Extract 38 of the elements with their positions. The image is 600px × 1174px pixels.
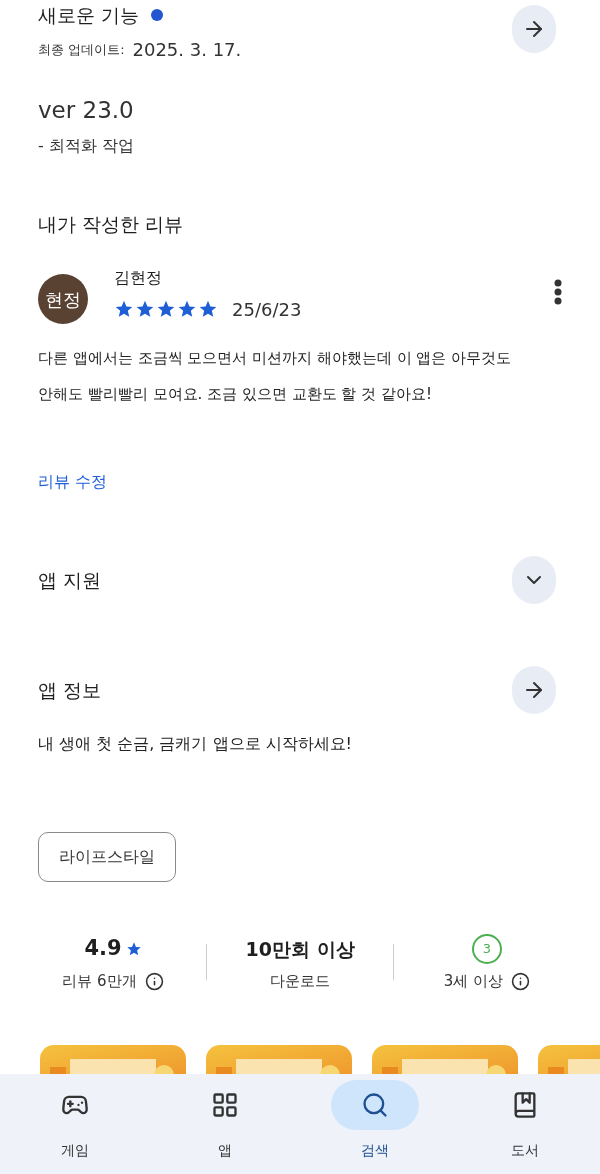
section-title: 앱 정보 [38,677,102,703]
info-icon[interactable] [511,971,531,991]
arrow-button[interactable] [512,5,556,53]
star-icon [125,941,142,957]
category-chip[interactable]: 라이프스타일 [38,832,176,882]
reviewer-name: 김현정 [114,266,163,289]
nav-tab[interactable]: 검색 [300,1074,450,1174]
arrow-button[interactable] [512,666,556,714]
update-date: 2025. 3. 17. [132,38,242,62]
download-count: 10만회 이상 [245,936,355,962]
rating-value: 4.9 [84,935,122,963]
review-date: 25/6/23 [232,297,302,322]
star-icon [177,299,197,319]
review-text: 다른 앱에서는 조금씩 모으면서 미션까지 해야했는데 이 앱은 아무것도 안해도 빨리빨리 모여요. 조금 있으면 교환도 할 것 같아요! [38,348,513,405]
nav-tab[interactable]: 도서 [450,1074,600,1174]
update-label: 최종 업데이트: [38,40,125,59]
app-description: 내 생애 첫 순금, 금캐기 앱으로 시작하세요! [38,733,353,755]
section-title: 앱 지원 [38,567,102,593]
edit-review-link[interactable]: 리뷰 수정 [38,470,108,494]
version-text: ver 23.0 [38,96,135,125]
release-notes: - 최적화 작업 [38,134,135,157]
section-title: 내가 작성한 리뷰 [38,211,185,237]
search-icon [361,1091,389,1119]
grid-icon [211,1091,239,1119]
stat-label: 다운로드 [270,971,330,992]
star-icon [156,299,176,319]
nav-tab[interactable]: 게임 [0,1074,150,1174]
star-icon [135,299,155,319]
age-rating-badge: 3 [472,934,502,964]
info-icon[interactable] [144,971,164,991]
nav-tab[interactable]: 앱 [150,1074,300,1174]
star-icon [114,299,134,319]
star-icon [198,299,218,319]
stat-label: 3세 이상 [443,971,504,992]
avatar: 현정 [38,274,88,324]
section-title: 새로운 기능 [38,2,140,28]
stat-label: 리뷰 6만개 [62,971,137,992]
more-icon [554,279,562,305]
